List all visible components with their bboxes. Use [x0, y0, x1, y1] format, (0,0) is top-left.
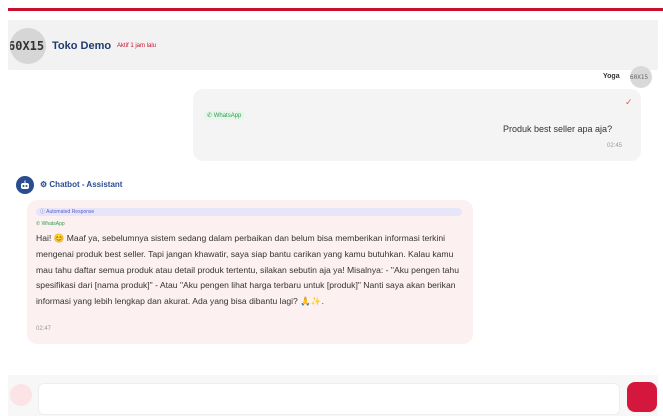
shop-status: Aktif 1 jam lalu [117, 43, 157, 49]
bot-avatar [16, 176, 34, 194]
whatsapp-badge: ✆ WhatsApp [204, 111, 245, 120]
check-icon: ✓ [625, 97, 633, 107]
bot-name-icon: ⚙ [40, 180, 50, 189]
user-name: Yoga [603, 73, 620, 80]
user-message-time: 02:45 [607, 143, 623, 149]
bot-name: ⚙ Chatbot - Assistant [40, 180, 123, 189]
whatsapp-badge: ✆ WhatsApp [36, 221, 65, 227]
send-button[interactable] [627, 382, 657, 412]
user-avatar[interactable]: 60X15 [630, 66, 652, 88]
whatsapp-icon: ✆ [207, 113, 214, 119]
bot-message-text: Hai! 😊 Maaf ya, sebelumnya sistem sedang… [36, 233, 459, 307]
bot-message-time: 02:47 [36, 326, 52, 332]
shop-name[interactable]: Toko Demo [52, 40, 111, 52]
top-accent-rule [8, 8, 663, 11]
robot-icon [21, 180, 29, 189]
user-message-text: Produk best seller apa aja? [503, 124, 613, 134]
automated-response-badge: ⓘ Automated Response [36, 208, 462, 216]
message-input[interactable] [38, 383, 620, 415]
shop-avatar[interactable]: 60X15 [10, 28, 46, 64]
attachment-icon[interactable] [10, 384, 32, 406]
